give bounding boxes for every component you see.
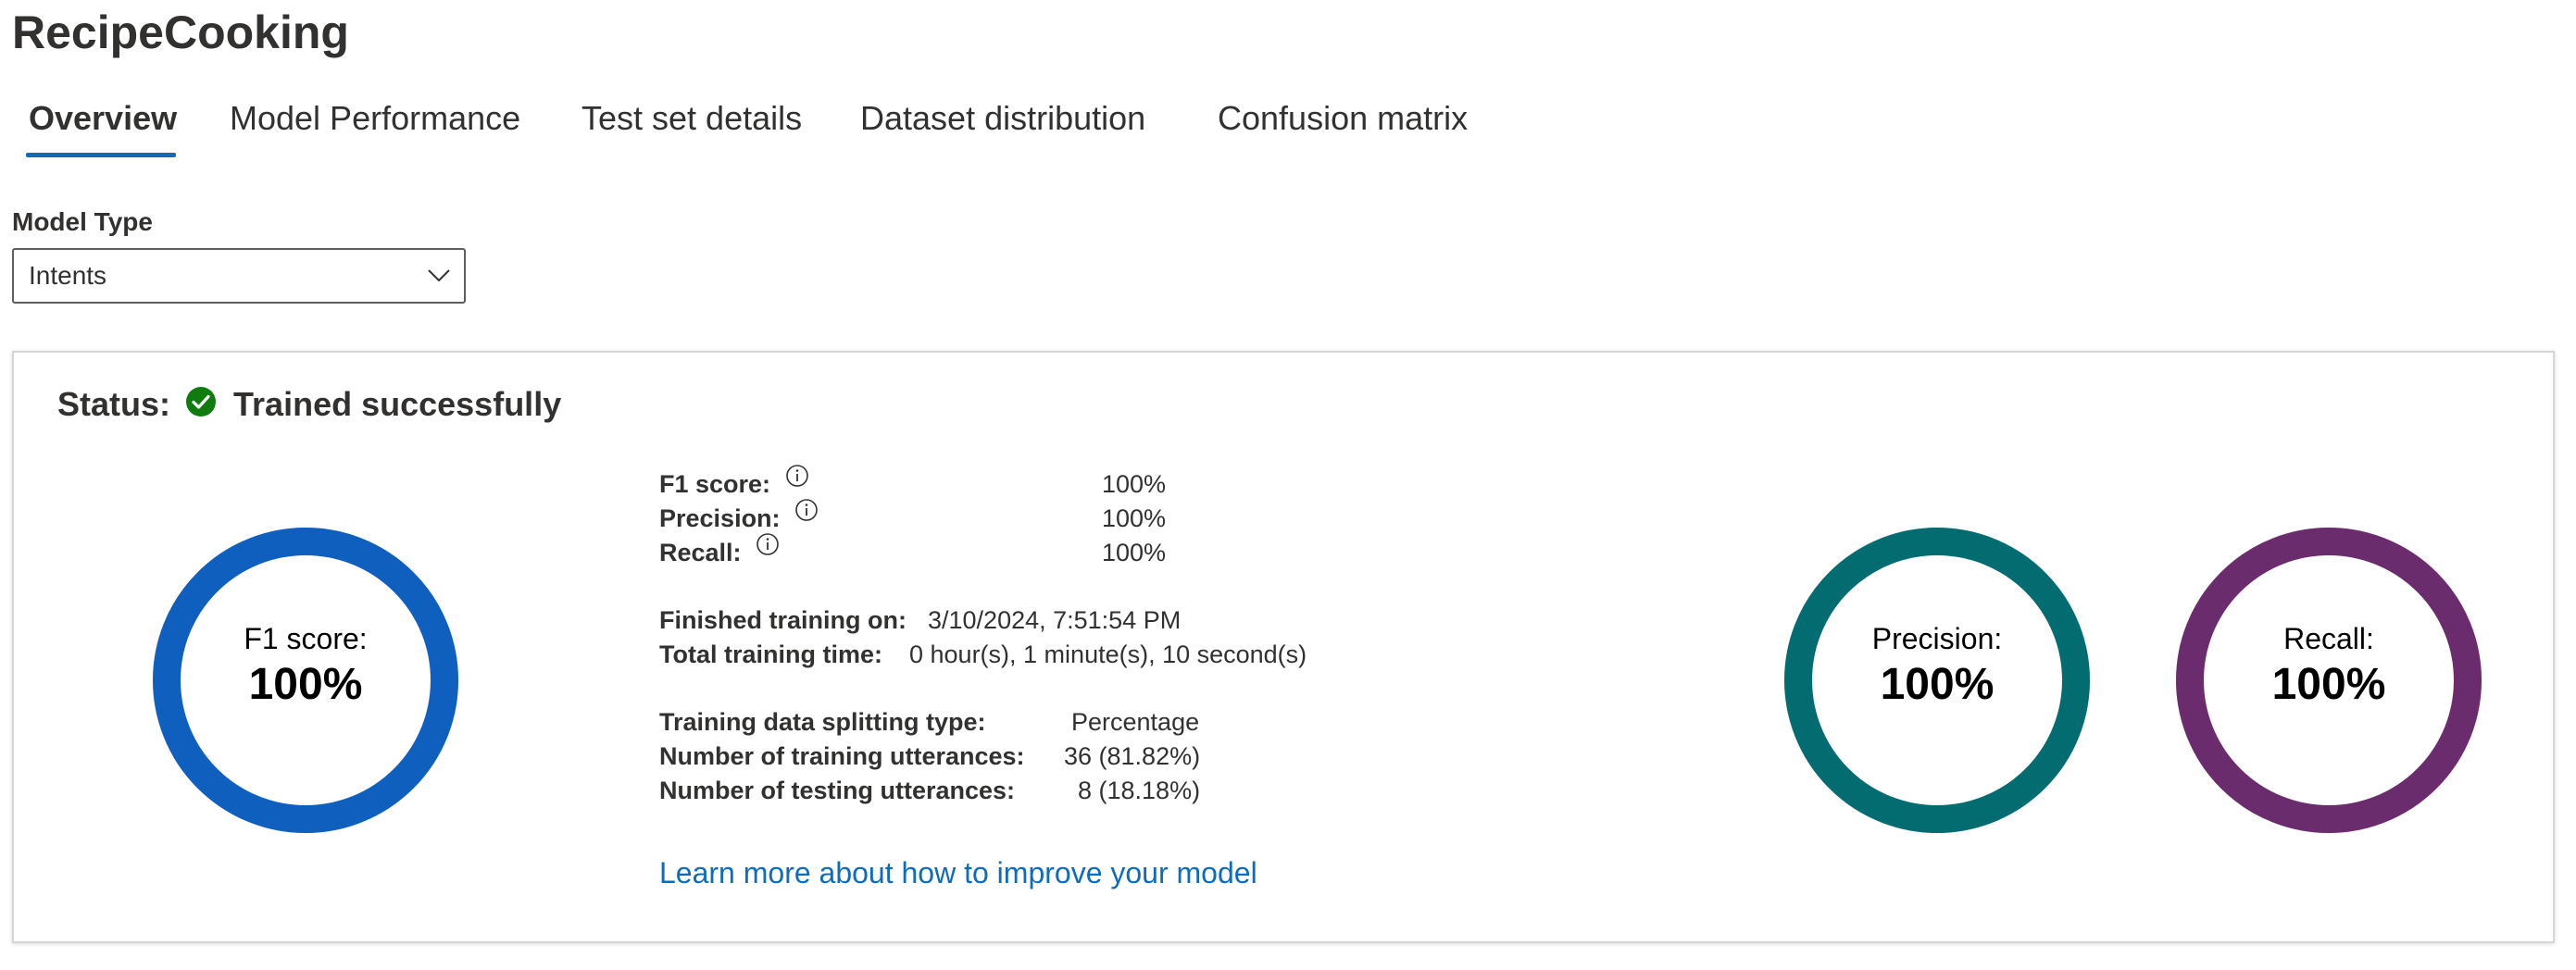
f1-ring-value: 100% (248, 660, 363, 709)
detail-finished-label: Finished training on: (659, 606, 907, 634)
status-line: Status: Trained successfully (57, 380, 561, 427)
info-icon[interactable] (756, 532, 780, 556)
model-type-selected-value: Intents (29, 261, 107, 290)
model-type-dropdown[interactable]: Intents (12, 248, 466, 304)
detail-finished-row: Finished training on: (659, 603, 907, 637)
detail-train-utt-row: Number of training utterances: (659, 740, 1025, 773)
status-label: Status: (57, 385, 171, 424)
detail-total-time-value: 0 hour(s), 1 minute(s), 10 second(s) (909, 640, 1307, 668)
detail-recall-label: Recall: (659, 539, 742, 566)
detail-f1-label: F1 score: (659, 470, 771, 498)
detail-train-utt-value: 36 (81.82%) (1064, 742, 1201, 770)
precision-ring-caption: Precision: (1871, 622, 2003, 655)
page-title: RecipeCooking (12, 6, 349, 58)
detail-test-utt-value: 8 (18.18%) (1078, 777, 1201, 804)
chevron-down-icon (428, 269, 450, 282)
detail-precision-value: 100% (1102, 504, 1167, 532)
detail-recall-row: Recall: (659, 533, 780, 569)
model-type-label: Model Type (12, 207, 153, 236)
learn-more-link[interactable]: Learn more about how to improve your mod… (659, 852, 1257, 893)
recall-ring: Recall: 100% (2176, 528, 2482, 833)
detail-precision-row: Precision: (659, 499, 819, 535)
detail-recall-value: 100% (1102, 539, 1167, 566)
detail-train-utt-label: Number of training utterances: (659, 742, 1025, 770)
training-status-card: Status: Trained successfully F1 score: 1… (12, 351, 2555, 943)
detail-total-time-row: Total training time: (659, 638, 882, 671)
detail-f1-value: 100% (1102, 470, 1167, 498)
detail-finished-value: 3/10/2024, 7:51:54 PM (928, 606, 1182, 634)
f1-score-ring: F1 score: 100% (153, 528, 458, 833)
tab-dataset-distribution[interactable]: Dataset distribution (860, 91, 1145, 146)
recall-ring-caption: Recall: (2283, 622, 2374, 655)
detail-f1-row: F1 score: (659, 464, 809, 501)
detail-split-type-label: Training data splitting type: (659, 708, 986, 736)
tab-model-performance[interactable]: Model Performance (230, 91, 520, 146)
detail-split-type-value: Percentage (1071, 708, 1200, 736)
check-circle-icon (186, 387, 217, 417)
tab-overview[interactable]: Overview (29, 91, 177, 146)
detail-test-utt-label: Number of testing utterances: (659, 777, 1016, 804)
active-tab-indicator (26, 153, 176, 157)
f1-ring-caption: F1 score: (244, 622, 368, 655)
precision-ring: Precision: 100% (1784, 528, 2090, 833)
recall-ring-value: 100% (2271, 660, 2386, 709)
detail-total-time-label: Total training time: (659, 640, 882, 668)
info-icon[interactable] (794, 498, 819, 522)
precision-ring-value: 100% (1880, 660, 1995, 709)
info-icon[interactable] (785, 464, 809, 488)
detail-split-type-row: Training data splitting type: (659, 705, 986, 739)
status-text: Trained successfully (233, 385, 562, 424)
tab-confusion-matrix[interactable]: Confusion matrix (1218, 91, 1468, 146)
tab-test-set-details[interactable]: Test set details (581, 91, 802, 146)
detail-test-utt-row: Number of testing utterances: (659, 774, 1015, 807)
detail-precision-label: Precision: (659, 504, 781, 532)
